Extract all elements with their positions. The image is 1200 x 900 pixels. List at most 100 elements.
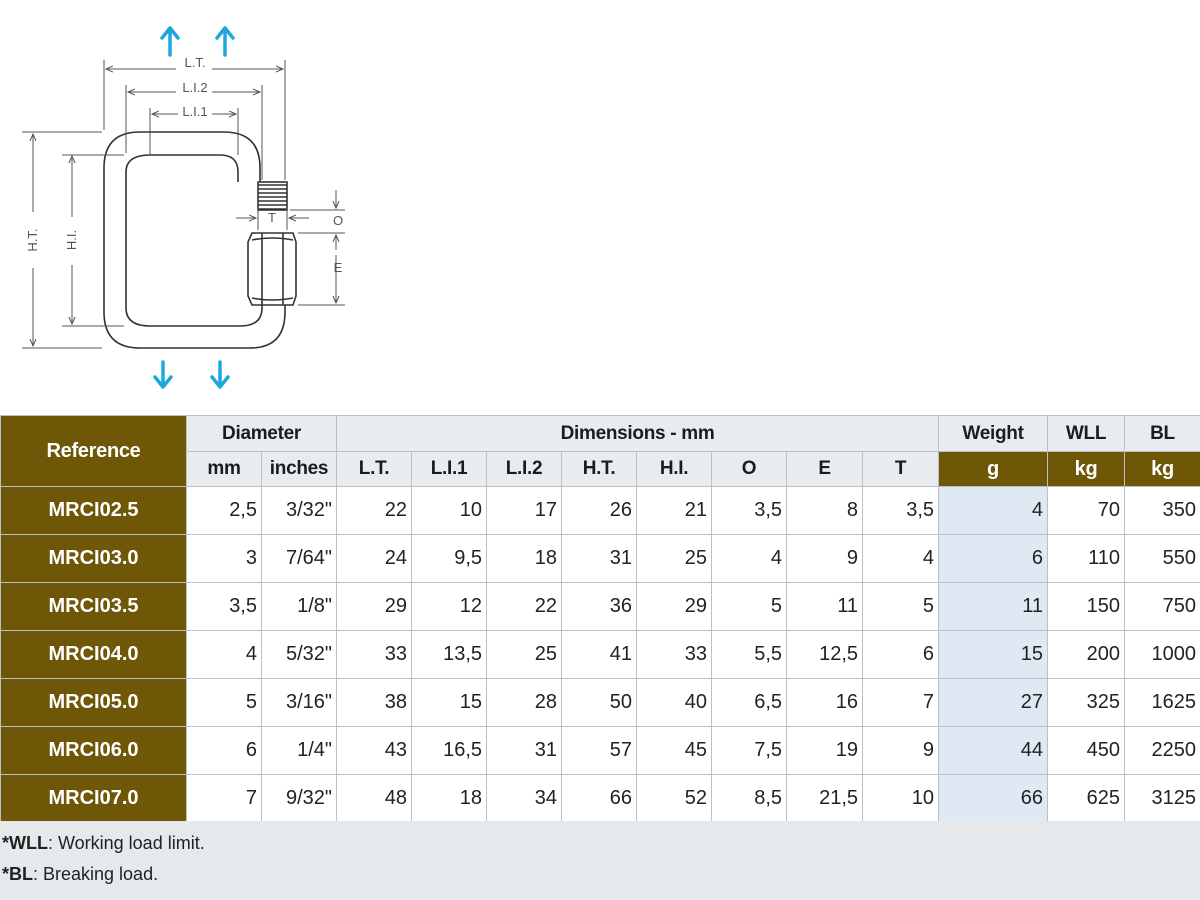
footnote-wll: *WLL: Working load limit. bbox=[2, 833, 205, 854]
sub-header-cell: L.I.1 bbox=[411, 451, 488, 487]
reference-cell: MRCI03.5 bbox=[0, 582, 187, 631]
reference-cell: MRCI07.0 bbox=[0, 774, 187, 823]
table-cell: 29 bbox=[636, 582, 713, 631]
reference-cell: MRCI06.0 bbox=[0, 726, 187, 775]
table-cell: 5,5 bbox=[711, 630, 788, 679]
sub-header-cell: O bbox=[711, 451, 788, 487]
table-cell: 10 bbox=[411, 486, 488, 535]
table-cell: 3/16" bbox=[260, 678, 338, 727]
table-cell: 33 bbox=[336, 630, 413, 679]
table-cell: 41 bbox=[561, 630, 638, 679]
table-cell: 5 bbox=[862, 582, 940, 631]
table-cell: 3,5 bbox=[711, 486, 788, 535]
table-cell: 21,5 bbox=[786, 774, 864, 823]
table-cell: 17 bbox=[486, 486, 563, 535]
table-cell: 3 bbox=[186, 534, 262, 583]
table-row: MRCI03.5 3,5 1/8" 29 12 22 36 29 5 11 5 11 150 750 bbox=[0, 582, 1200, 631]
sub-header-cell: E bbox=[786, 451, 864, 487]
table-cell: 15 bbox=[938, 630, 1049, 679]
table-cell: 31 bbox=[561, 534, 638, 583]
table-cell: 2250 bbox=[1124, 726, 1200, 775]
sub-header-cell: mm bbox=[186, 451, 262, 487]
table-cell: 48 bbox=[336, 774, 413, 823]
table-row: MRCI03.0 3 7/64" 24 9,5 18 31 25 4 9 4 6 110 550 bbox=[0, 534, 1200, 583]
table-cell: 70 bbox=[1047, 486, 1126, 535]
table-cell: 44 bbox=[938, 726, 1049, 775]
table-cell: 21 bbox=[636, 486, 713, 535]
reference-cell: MRCI05.0 bbox=[0, 678, 187, 727]
table-row: MRCI02.5 2,5 3/32" 22 10 17 26 21 3,5 8 3,5 4 70 350 bbox=[0, 486, 1200, 535]
table-cell: 7,5 bbox=[711, 726, 788, 775]
sub-header-cell: L.T. bbox=[336, 451, 413, 487]
table-cell: 40 bbox=[636, 678, 713, 727]
table-cell: 33 bbox=[636, 630, 713, 679]
table-cell: 9 bbox=[786, 534, 864, 583]
label-ht: H.T. bbox=[25, 228, 40, 251]
table-cell: 8 bbox=[786, 486, 864, 535]
table-cell: 28 bbox=[486, 678, 563, 727]
link-body bbox=[103, 131, 297, 349]
table-cell: 22 bbox=[486, 582, 563, 631]
table-cell: 36 bbox=[561, 582, 638, 631]
sub-header-cell: g bbox=[938, 451, 1049, 487]
table-cell: 110 bbox=[1047, 534, 1126, 583]
weight-header: Weight bbox=[938, 415, 1049, 452]
table-cell: 3/32" bbox=[260, 486, 338, 535]
spec-table: Reference Diameter Dimensions - mm Weigh… bbox=[0, 415, 1200, 823]
table-cell: 25 bbox=[636, 534, 713, 583]
table-cell: 45 bbox=[636, 726, 713, 775]
dimensions-header: Dimensions - mm bbox=[336, 415, 940, 452]
table-cell: 6 bbox=[938, 534, 1049, 583]
table-cell: 2,5 bbox=[186, 486, 262, 535]
footnote-wll-term: *WLL bbox=[2, 833, 48, 853]
table-cell: 1/8" bbox=[260, 582, 338, 631]
footnote-bl: *BL: Breaking load. bbox=[2, 864, 158, 885]
table-cell: 3,5 bbox=[862, 486, 940, 535]
footnote-bl-text: : Breaking load. bbox=[33, 864, 159, 884]
table-cell: 12,5 bbox=[786, 630, 864, 679]
table-cell: 625 bbox=[1047, 774, 1126, 823]
table-cell: 6 bbox=[186, 726, 262, 775]
table-cell: 19 bbox=[786, 726, 864, 775]
table-cell: 1000 bbox=[1124, 630, 1200, 679]
label-t: T bbox=[268, 210, 276, 225]
table-cell: 18 bbox=[486, 534, 563, 583]
reference-header: Reference bbox=[0, 415, 187, 487]
table-cell: 11 bbox=[786, 582, 864, 631]
table-cell: 5/32" bbox=[260, 630, 338, 679]
table-cell: 50 bbox=[561, 678, 638, 727]
table-row: MRCI07.0 7 9/32" 48 18 34 66 52 8,5 21,5 10 66 625 31… bbox=[0, 774, 1200, 823]
table-cell: 6,5 bbox=[711, 678, 788, 727]
table-cell: 12 bbox=[411, 582, 488, 631]
table-cell: 750 bbox=[1124, 582, 1200, 631]
table-cell: 550 bbox=[1124, 534, 1200, 583]
label-lt: L.T. bbox=[185, 55, 206, 70]
table-cell: 66 bbox=[561, 774, 638, 823]
reference-cell: MRCI03.0 bbox=[0, 534, 187, 583]
table-cell: 11 bbox=[938, 582, 1049, 631]
reference-cell: MRCI02.5 bbox=[0, 486, 187, 535]
table-cell: 18 bbox=[411, 774, 488, 823]
sub-header-cell: kg bbox=[1047, 451, 1126, 487]
table-cell: 13,5 bbox=[411, 630, 488, 679]
table-cell: 325 bbox=[1047, 678, 1126, 727]
sub-header-cell: H.T. bbox=[561, 451, 638, 487]
table-cell: 9,5 bbox=[411, 534, 488, 583]
table-cell: 1/4" bbox=[260, 726, 338, 775]
header-row-1: Reference Diameter Dimensions - mm Weigh… bbox=[0, 415, 1200, 487]
table-cell: 57 bbox=[561, 726, 638, 775]
sub-header-cell: H.I. bbox=[636, 451, 713, 487]
table-cell: 38 bbox=[336, 678, 413, 727]
table-cell: 24 bbox=[336, 534, 413, 583]
table-cell: 4 bbox=[938, 486, 1049, 535]
table-row: MRCI04.0 4 5/32" 33 13,5 25 41 33 5,5 12,5 6 15 200 1… bbox=[0, 630, 1200, 679]
reference-cell: MRCI04.0 bbox=[0, 630, 187, 679]
table-cell: 66 bbox=[938, 774, 1049, 823]
footnote-wll-text: : Working load limit. bbox=[47, 833, 205, 853]
footnote-bl-term: *BL bbox=[2, 864, 33, 884]
table-row: MRCI05.0 5 3/16" 38 15 28 50 40 6,5 16 7 27 325 1625 bbox=[0, 678, 1200, 727]
label-e: E bbox=[334, 260, 343, 275]
table-cell: 6 bbox=[862, 630, 940, 679]
table-cell: 1625 bbox=[1124, 678, 1200, 727]
table-cell: 450 bbox=[1047, 726, 1126, 775]
